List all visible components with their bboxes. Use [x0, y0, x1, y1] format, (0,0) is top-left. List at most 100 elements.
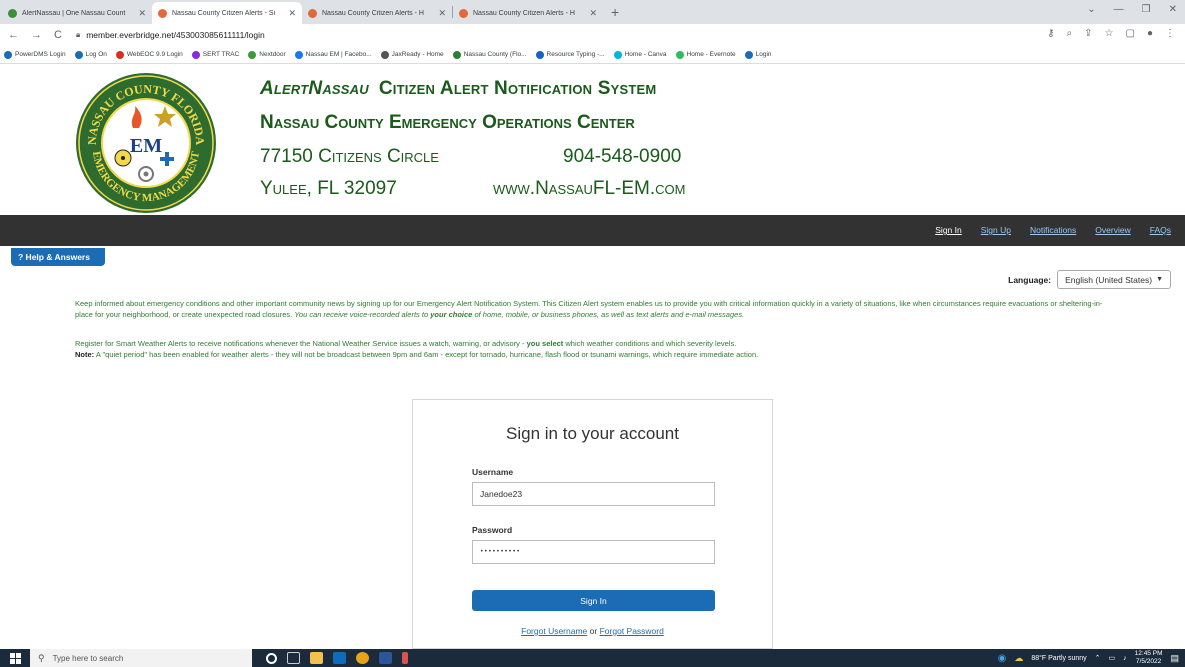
nav-overview[interactable]: Overview [1095, 225, 1130, 235]
close-tab-icon[interactable]: ✕ [288, 8, 296, 19]
username-label: Username [472, 467, 514, 477]
info-text-emphasis: you select [526, 339, 564, 348]
nav-sign-up[interactable]: Sign Up [981, 225, 1011, 235]
forgot-username-link[interactable]: Forgot Username [521, 626, 587, 636]
tab-search-icon[interactable]: ⌄ [1087, 4, 1095, 15]
profile-avatar-icon[interactable]: ● [1147, 28, 1153, 39]
close-tab-icon[interactable]: ✕ [589, 8, 597, 19]
bookmark-icon [613, 50, 622, 59]
bookmark-item[interactable]: Log On [74, 50, 107, 59]
sign-in-button[interactable]: Sign In [472, 590, 715, 611]
note-label: Note: [75, 350, 95, 359]
clock-date: 7/5/2022 [1135, 658, 1162, 665]
bookmark-label: Nextdoor [259, 51, 286, 58]
help-answers-button[interactable]: ? Help & Answers [11, 248, 105, 266]
bookmark-item[interactable]: Nassau EM | Facebo... [294, 50, 372, 59]
system-name: Citizen Alert Notification System [378, 78, 657, 99]
tab-title: Nassau County Citizen Alerts - H [473, 9, 575, 17]
forward-icon[interactable]: → [31, 29, 42, 41]
weather-text[interactable]: 88°F Partly sunny [1031, 655, 1086, 662]
nav-notifications[interactable]: Notifications [1030, 225, 1076, 235]
key-icon[interactable]: ⚷ [1047, 28, 1054, 39]
task-view-icon[interactable] [287, 652, 300, 664]
bookmark-item[interactable]: Home - Evernote [675, 50, 736, 59]
nassau-em-seal-logo: NASSAU COUNTY FLORIDA EMERGENCY MANAGEME… [76, 73, 216, 213]
bookmark-item[interactable]: WebEOC 9.9 Login [115, 50, 183, 59]
network-icon[interactable]: ▭ [1109, 654, 1116, 662]
bookmark-label: Nassau EM | Facebo... [305, 51, 372, 58]
system-tray: ◉ ☁ 88°F Partly sunny ⌃ ▭ ♪ 12:45 PM 7/5… [998, 649, 1179, 667]
windows-start-icon[interactable] [0, 649, 30, 667]
tab-title: AlertNassau | One Nassau Count [22, 9, 126, 17]
taskbar-search[interactable]: ⚲ Type here to search [30, 649, 252, 667]
username-input[interactable]: Janedoe23 [472, 482, 715, 506]
header-eoc-name: Nassau County Emergency Operations Cente… [260, 112, 635, 133]
site-favicon-icon [8, 8, 17, 18]
top-nav-bar: Sign In Sign Up Notifications Overview F… [0, 215, 1185, 246]
zoom-icon[interactable]: ⌕ [1067, 28, 1073, 39]
bookmark-label: Nassau County (Flo... [463, 51, 527, 58]
bookmark-label: WebEOC 9.9 Login [126, 51, 183, 58]
url-field[interactable]: 🔒︎ member.everbridge.net/453003085611111… [76, 30, 265, 40]
nav-faqs[interactable]: FAQs [1150, 225, 1171, 235]
browser-tab[interactable]: Nassau County Citizen Alerts - H ✕ [302, 2, 452, 24]
restore-icon[interactable]: ❐ [1142, 4, 1151, 15]
nav-sign-in[interactable]: Sign In [935, 225, 961, 235]
help-tray-icon[interactable]: ◉ [998, 653, 1007, 664]
caret-down-icon: ▼ [1156, 276, 1163, 283]
share-icon[interactable]: ⇪ [1084, 28, 1092, 39]
bookmark-icon [4, 50, 12, 59]
nav-links: Sign In Sign Up Notifications Overview F… [935, 225, 1171, 235]
lock-icon[interactable]: 🔒︎ [76, 30, 80, 40]
language-selected-value: English (United States) [1065, 274, 1153, 285]
browser-tab-active[interactable]: Nassau County Citizen Alerts - Si ✕ [152, 2, 302, 24]
notifications-icon[interactable]: ▤ [1170, 653, 1179, 664]
tray-chevron-icon[interactable]: ⌃ [1095, 654, 1101, 662]
cortana-icon[interactable] [266, 652, 277, 664]
speaker-icon[interactable]: ♪ [1123, 655, 1127, 662]
taskbar-clock[interactable]: 12:45 PM 7/5/2022 [1135, 650, 1163, 666]
app-icon[interactable] [402, 652, 408, 664]
site-favicon-icon [308, 8, 317, 18]
close-tab-icon[interactable]: ✕ [138, 8, 146, 19]
bookmark-item[interactable]: Login [744, 50, 772, 59]
windows-logo-icon [9, 652, 21, 664]
bookmark-icon [248, 50, 257, 59]
file-explorer-icon[interactable] [310, 652, 323, 664]
taskbar-search-placeholder: Type here to search [52, 653, 124, 663]
minimize-icon[interactable]: — [1114, 4, 1124, 15]
chrome-icon[interactable] [356, 652, 369, 664]
bookmark-item[interactable]: JaxReady - Home [380, 50, 444, 59]
url-text: member.everbridge.net/453003085611111/lo… [86, 30, 265, 40]
bookmark-item[interactable]: SERT TRAC [191, 50, 239, 59]
star-icon[interactable]: ☆ [1105, 28, 1114, 39]
close-tab-icon[interactable]: ✕ [438, 8, 446, 19]
language-dropdown[interactable]: English (United States) ▼ [1057, 270, 1171, 289]
forgot-password-link[interactable]: Forgot Password [600, 626, 664, 636]
bookmark-item[interactable]: Home - Canva [613, 50, 667, 59]
password-input[interactable]: •••••••••• [472, 540, 715, 564]
svg-text:EM: EM [130, 135, 162, 157]
close-window-icon[interactable]: ✕ [1169, 4, 1177, 15]
outlook-icon[interactable] [333, 652, 346, 664]
header-title-line: AlertNassau Citizen Alert Notification Sy… [260, 78, 656, 100]
bookmark-label: PowerDMS Login [15, 51, 66, 58]
bookmark-item[interactable]: Resource Typing -... [535, 50, 605, 59]
address-bar-row: ← → C 🔒︎ member.everbridge.net/453003085… [0, 24, 1185, 46]
bookmark-item[interactable]: PowerDMS Login [4, 50, 66, 59]
sidepanel-icon[interactable]: ▢ [1126, 28, 1135, 39]
bookmark-label: Home - Canva [624, 51, 667, 58]
signin-card: Sign in to your account Username Janedoe… [412, 399, 773, 649]
header-address-city: Yulee, FL 32097 [260, 178, 397, 199]
bookmark-item[interactable]: Nextdoor [248, 50, 286, 59]
windows-taskbar: ⚲ Type here to search ◉ ☁ 88°F Partly su… [0, 649, 1185, 667]
browser-tab[interactable]: AlertNassau | One Nassau Count ✕ [2, 2, 152, 24]
back-icon[interactable]: ← [8, 29, 19, 41]
reload-icon[interactable]: C [54, 29, 62, 41]
bookmark-item[interactable]: Nassau County (Flo... [452, 50, 527, 59]
menu-kebab-icon[interactable]: ⋮ [1165, 28, 1175, 39]
word-icon[interactable] [379, 652, 392, 664]
bookmark-icon [191, 50, 200, 59]
browser-tab[interactable]: Nassau County Citizen Alerts - H ✕ [453, 2, 603, 24]
new-tab-icon[interactable]: + [611, 4, 619, 20]
